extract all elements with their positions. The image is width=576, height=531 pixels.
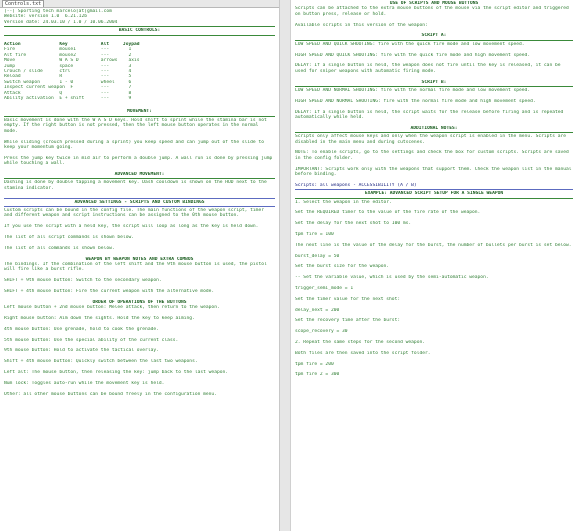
paragraph: Scripts only affect mouse keys and only …: [295, 134, 569, 145]
section-heading: ADDITIONAL NOTES:: [410, 125, 458, 131]
divider: [4, 197, 275, 199]
divider: [295, 132, 573, 134]
section-heading: MOVEMENT:: [127, 109, 152, 115]
paragraph: Dashing is done by double tapping a move…: [4, 180, 270, 191]
paragraph: IMPORTANT: Scripts work only with the we…: [295, 166, 572, 178]
script-line: DELAY: If a single button is held, the s…: [295, 109, 567, 121]
divider-caption: Scripts: all weapons - ACCESSIBILITY (A …: [295, 182, 417, 188]
paragraph: Basic movement is done with the W A S D …: [4, 117, 270, 134]
tab-bar: Controls.txt: [0, 0, 279, 8]
divider: [4, 115, 275, 117]
section-heading: SCRIPT B:: [421, 79, 447, 85]
example-line: The next line is the value of the delay …: [295, 242, 572, 248]
script-line: DELAY: If a single button is held, the w…: [295, 63, 564, 74]
right-document: USE OF SCRIPTS AND MOUSE BUTTONS Scripts…: [291, 0, 576, 383]
divider: [4, 26, 275, 28]
paragraph: NOTE: To enable scripts, go to the setti…: [295, 150, 572, 161]
paragraph: While sliding (crouch pressed during a s…: [4, 139, 267, 150]
script-line: HIGH SPEED AND NORMAL SHOOTING: fire wit…: [295, 98, 536, 104]
divider: [4, 205, 275, 207]
left-editor-pane[interactable]: Controls.txt [--] Sporting tech marcelo[…: [0, 0, 280, 531]
pane-gutter: [279, 0, 290, 531]
divider: [295, 189, 573, 191]
header-line: Version date: 24.03.10 / 1.0 / 10.06.200…: [4, 19, 118, 25]
paragraph: The bindings. If the combination of the …: [4, 261, 270, 273]
file-tab[interactable]: Controls.txt: [2, 0, 44, 7]
divider: [4, 178, 275, 180]
paragraph: Custom scripts can be bound in the confi…: [4, 207, 267, 219]
divider: [295, 86, 573, 88]
left-document: [--] Sporting tech marcelo[at]gmail.com W…: [0, 8, 279, 402]
paragraph: If you use the script with a held key, t…: [4, 224, 259, 230]
section-heading: EXAMPLE: ADVANCED SCRIPT SETUP FOR A SIN…: [364, 191, 504, 197]
divider: [4, 34, 275, 36]
section-heading: BASIC CONTROLS:: [118, 28, 161, 34]
section-heading: SCRIPT A:: [421, 33, 447, 39]
divider: [295, 197, 573, 199]
paragraph: Scripts can be attached to the extra mou…: [295, 6, 572, 17]
section-heading: ADVANCED MOVEMENT:: [114, 171, 165, 177]
section-heading: ADVANCED SETTINGS - SCRIPTS AND CUSTOM B…: [74, 199, 205, 205]
paragraph: Press the jump key twice in mid air to p…: [4, 155, 275, 167]
divider: [295, 39, 573, 41]
right-editor-pane[interactable]: USE OF SCRIPTS AND MOUSE BUTTONS Scripts…: [290, 0, 576, 531]
